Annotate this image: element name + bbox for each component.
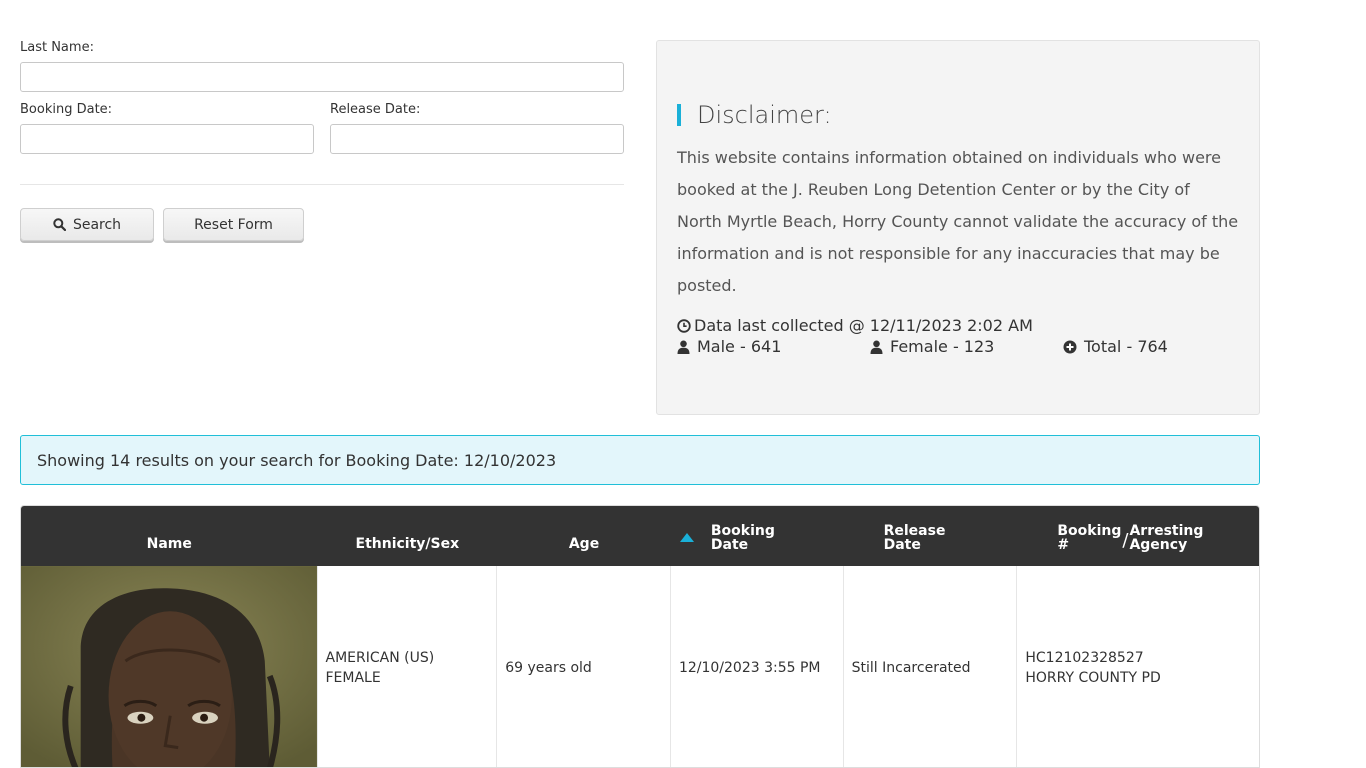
col-booking-date-label: Booking Date [710,523,775,553]
disclaimer-panel: Disclaimer: This website contains inform… [656,40,1260,415]
male-count: Male - 641 [677,337,870,356]
clock-icon [677,318,691,333]
age-cell: 69 years old [497,566,671,767]
mugshot-photo[interactable] [21,566,318,767]
ethnicity-sex-cell: AMERICAN (US) FEMALE [318,566,498,767]
col-booking-date[interactable]: Booking Date [671,506,844,566]
col-age-label: Age [568,536,600,552]
table-row[interactable]: AMERICAN (US) FEMALE 69 years old 12/10/2… [21,566,1259,767]
release-date-cell: Still Incarcerated [844,566,1018,767]
date-fields-row: Booking Date: Release Date: [20,102,624,154]
col-ethnicity-sex[interactable]: Ethnicity/Sex [317,506,497,566]
booking-date-group: Booking Date: [20,102,314,154]
booking-date-input[interactable] [20,124,314,154]
age-value: 69 years old [505,659,592,676]
search-button-label: Search [72,216,122,233]
col-booking-number-label: Booking # [1057,523,1122,553]
booking-date-value: 12/10/2023 3:55 PM [678,659,821,676]
ethnicity-value: AMERICAN (US) [325,649,435,666]
search-icon [53,218,66,231]
data-collected: Data last collected @ 12/11/2023 2:02 AM [677,316,1239,335]
booking-date-label: Booking Date: [20,102,113,117]
release-date-value: Still Incarcerated [851,659,971,676]
results-table: Name Ethnicity/Sex Age Booking Date Relea… [20,505,1260,768]
sort-asc-icon [679,533,694,542]
results-banner: Showing 14 results on your search for Bo… [20,435,1260,485]
agency-value: HORRY COUNTY PD [1025,669,1161,686]
col-ethnicity-sex-label: Ethnicity/Sex [355,536,460,552]
release-date-label: Release Date: [330,102,421,117]
header-separator: / [1122,529,1129,551]
female-count-text: Female - 123 [890,337,995,356]
data-collected-text: Data last collected @ 12/11/2023 2:02 AM [694,316,1033,335]
last-name-input[interactable] [20,62,624,92]
col-name[interactable]: Name [21,506,317,566]
reset-button-label: Reset Form [194,216,273,233]
col-release-date-label: Release Date [883,523,946,553]
form-buttons: Search Reset Form [20,208,624,241]
user-icon [870,340,883,354]
col-booking-agency[interactable]: Booking # / Arresting Agency [1017,506,1259,566]
last-name-label: Last Name: [20,40,94,55]
male-count-text: Male - 641 [697,337,782,356]
search-button[interactable]: Search [20,208,154,241]
table-header: Name Ethnicity/Sex Age Booking Date Relea… [21,506,1259,566]
booking-number-value: HC12102328527 [1025,649,1144,666]
col-arresting-agency-label: Arresting Agency [1129,523,1204,553]
col-name-label: Name [146,536,192,552]
plus-circle-icon [1063,340,1077,353]
form-divider [20,184,624,185]
disclaimer-text: This website contains information obtain… [677,148,1239,295]
release-date-input[interactable] [330,124,624,154]
col-age[interactable]: Age [497,506,671,566]
sex-value: FEMALE [325,669,381,686]
user-icon [677,340,690,354]
booking-agency-cell: HC12102328527 HORRY COUNTY PD [1017,566,1259,767]
reset-form-button[interactable]: Reset Form [163,208,304,241]
booking-date-cell: 12/10/2023 3:55 PM [671,566,844,767]
disclaimer-title: Disclaimer: [677,103,1239,127]
search-form: Last Name: Booking Date: Release Date: S… [20,40,624,241]
female-count: Female - 123 [870,337,1063,356]
mugshot-image [21,566,317,767]
total-count-text: Total - 764 [1084,337,1168,356]
total-count: Total - 764 [1063,337,1168,356]
inmate-stats: Male - 641 Female - 123 Total - 764 [677,337,1239,356]
release-date-group: Release Date: [330,102,624,154]
col-release-date[interactable]: Release Date [844,506,1018,566]
